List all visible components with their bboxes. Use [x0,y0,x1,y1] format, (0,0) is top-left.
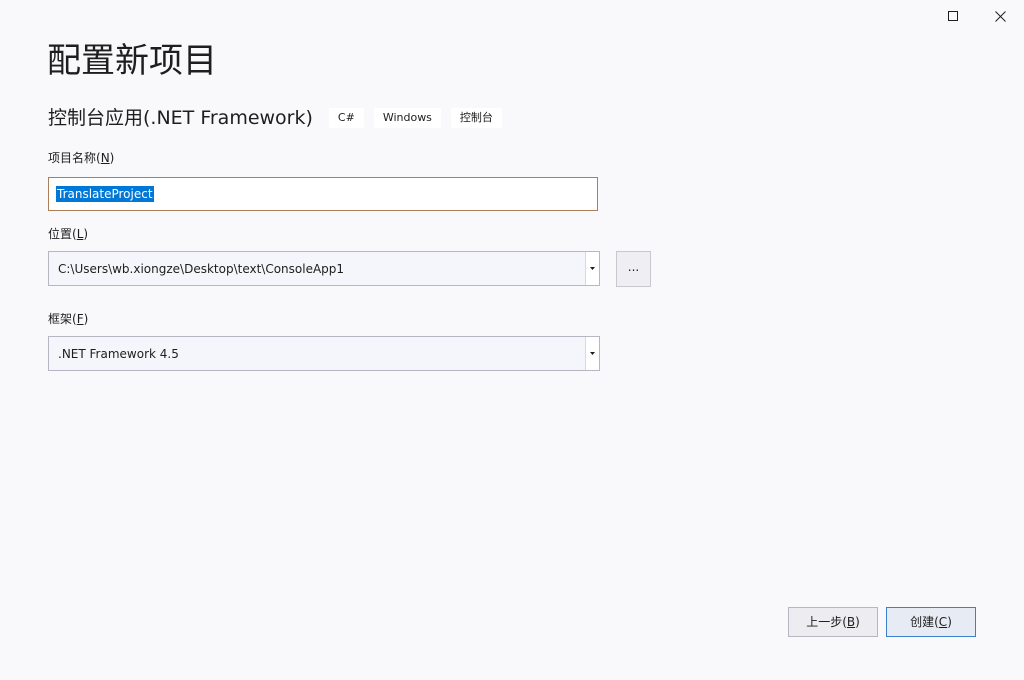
tag-platform: Windows [373,108,441,128]
back-button[interactable]: 上一步(B) [788,607,878,637]
template-name: 控制台应用(.NET Framework) [48,107,313,129]
create-button[interactable]: 创建(C) [886,607,976,637]
project-name-label: 项目名称(N) [48,151,115,165]
tag-language: C# [328,108,364,128]
chevron-down-icon [590,352,595,355]
page-title: 配置新项目 [47,41,217,81]
chevron-down-icon [590,267,595,270]
location-label: 位置(L) [48,227,89,241]
browse-button[interactable]: ... [616,251,651,287]
location-value: C:\Users\wb.xiongze\Desktop\text\Console… [58,261,345,276]
tag-project-type: 控制台 [450,108,502,128]
framework-label: 框架(F) [48,312,89,326]
location-combobox[interactable]: C:\Users\wb.xiongze\Desktop\text\Console… [48,251,600,286]
framework-value: .NET Framework 4.5 [58,346,179,361]
project-name-value: TranslateProject [56,186,154,202]
maximize-button[interactable] [938,4,968,28]
framework-dropdown-button[interactable] [585,337,599,370]
maximize-icon [948,11,958,21]
close-button[interactable] [985,4,1015,28]
framework-combobox[interactable]: .NET Framework 4.5 [48,336,600,371]
template-info: 控制台应用(.NET Framework) C# Windows 控制台 [48,104,512,132]
location-dropdown-button[interactable] [585,252,599,285]
close-icon [994,10,1006,22]
project-name-input[interactable]: TranslateProject [48,177,598,211]
